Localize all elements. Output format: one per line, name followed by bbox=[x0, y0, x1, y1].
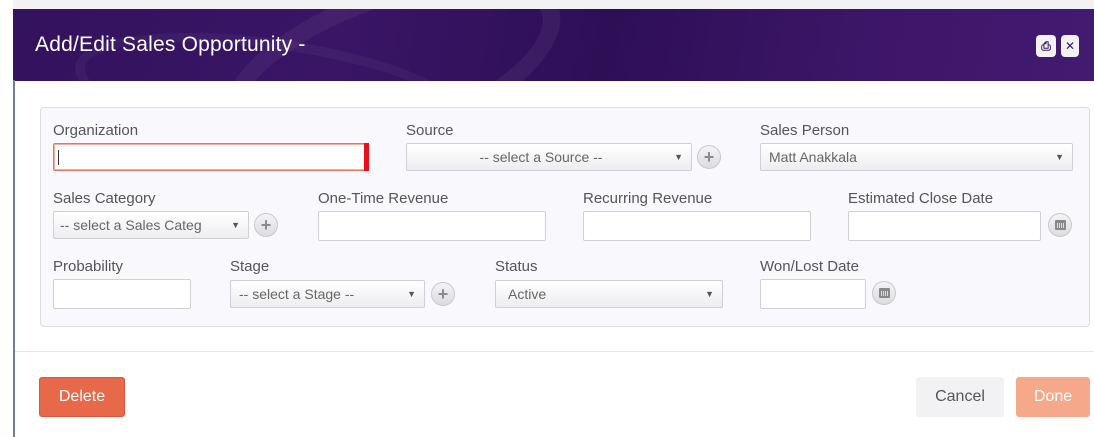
sales-category-label: Sales Category bbox=[53, 190, 156, 207]
probability-input[interactable] bbox=[53, 279, 191, 309]
dialog-left-border bbox=[13, 80, 15, 437]
won-lost-date-picker-button[interactable] bbox=[872, 281, 896, 305]
probability-label: Probability bbox=[53, 258, 124, 275]
chevron-down-icon: ▼ bbox=[1055, 152, 1064, 162]
status-select[interactable]: Active ▼ bbox=[495, 280, 723, 308]
print-button[interactable]: ⎙ bbox=[1036, 35, 1056, 57]
calendar-icon bbox=[1054, 220, 1066, 230]
source-select-value: -- select a Source -- bbox=[479, 149, 603, 165]
dialog-title: Add/Edit Sales Opportunity - bbox=[35, 33, 306, 56]
estimated-close-date-label: Estimated Close Date bbox=[848, 190, 994, 207]
stage-label: Stage bbox=[230, 258, 270, 275]
status-label: Status bbox=[495, 258, 538, 275]
add-sales-category-button[interactable]: + bbox=[254, 213, 278, 237]
chevron-down-icon: ▼ bbox=[674, 152, 683, 162]
printer-icon: ⎙ bbox=[1041, 38, 1051, 53]
estimated-close-date-picker-button[interactable] bbox=[1048, 213, 1072, 237]
sales-person-select-value: Matt Anakkala bbox=[769, 149, 857, 165]
chevron-down-icon: ▼ bbox=[231, 220, 240, 230]
chevron-down-icon: ▼ bbox=[705, 289, 714, 299]
footer-divider bbox=[15, 351, 1094, 352]
sales-category-select[interactable]: -- select a Sales Categ ▼ bbox=[53, 211, 249, 239]
sales-category-select-value: -- select a Sales Categ bbox=[60, 217, 202, 233]
estimated-close-date-input[interactable] bbox=[848, 211, 1041, 241]
required-indicator bbox=[364, 143, 369, 171]
one-time-revenue-input[interactable] bbox=[318, 211, 546, 241]
chevron-down-icon: ▼ bbox=[407, 289, 416, 299]
sales-opportunity-dialog: Add/Edit Sales Opportunity - ⎙ ✕ Organiz… bbox=[0, 0, 1094, 437]
add-source-button[interactable]: + bbox=[697, 145, 721, 169]
add-stage-button[interactable]: + bbox=[431, 282, 455, 306]
plus-icon: + bbox=[703, 146, 715, 167]
header-top-strip bbox=[13, 0, 1094, 9]
cancel-button[interactable]: Cancel bbox=[916, 377, 1004, 417]
sales-person-select[interactable]: Matt Anakkala ▼ bbox=[760, 143, 1073, 171]
source-select[interactable]: -- select a Source -- ▼ bbox=[406, 143, 692, 171]
dialog-header: Add/Edit Sales Opportunity - ⎙ ✕ bbox=[13, 9, 1094, 81]
recurring-revenue-input[interactable] bbox=[583, 211, 811, 241]
text-caret bbox=[58, 150, 59, 165]
sales-person-label: Sales Person bbox=[760, 122, 850, 139]
organization-input[interactable] bbox=[53, 143, 369, 171]
done-button[interactable]: Done bbox=[1016, 377, 1090, 417]
source-label: Source bbox=[406, 122, 454, 139]
recurring-revenue-label: Recurring Revenue bbox=[583, 190, 713, 207]
stage-select[interactable]: -- select a Stage -- ▼ bbox=[230, 280, 425, 308]
stage-select-value: -- select a Stage -- bbox=[239, 286, 355, 302]
plus-icon: + bbox=[260, 214, 272, 235]
delete-button[interactable]: Delete bbox=[39, 377, 125, 417]
status-select-value: Active bbox=[508, 286, 547, 302]
organization-label: Organization bbox=[53, 122, 139, 139]
calendar-icon bbox=[878, 288, 890, 298]
won-lost-date-input[interactable] bbox=[760, 279, 866, 309]
close-icon: ✕ bbox=[1064, 39, 1076, 53]
plus-icon: + bbox=[437, 283, 449, 304]
won-lost-date-label: Won/Lost Date bbox=[760, 258, 859, 275]
one-time-revenue-label: One-Time Revenue bbox=[318, 190, 449, 207]
close-button[interactable]: ✕ bbox=[1061, 35, 1079, 57]
